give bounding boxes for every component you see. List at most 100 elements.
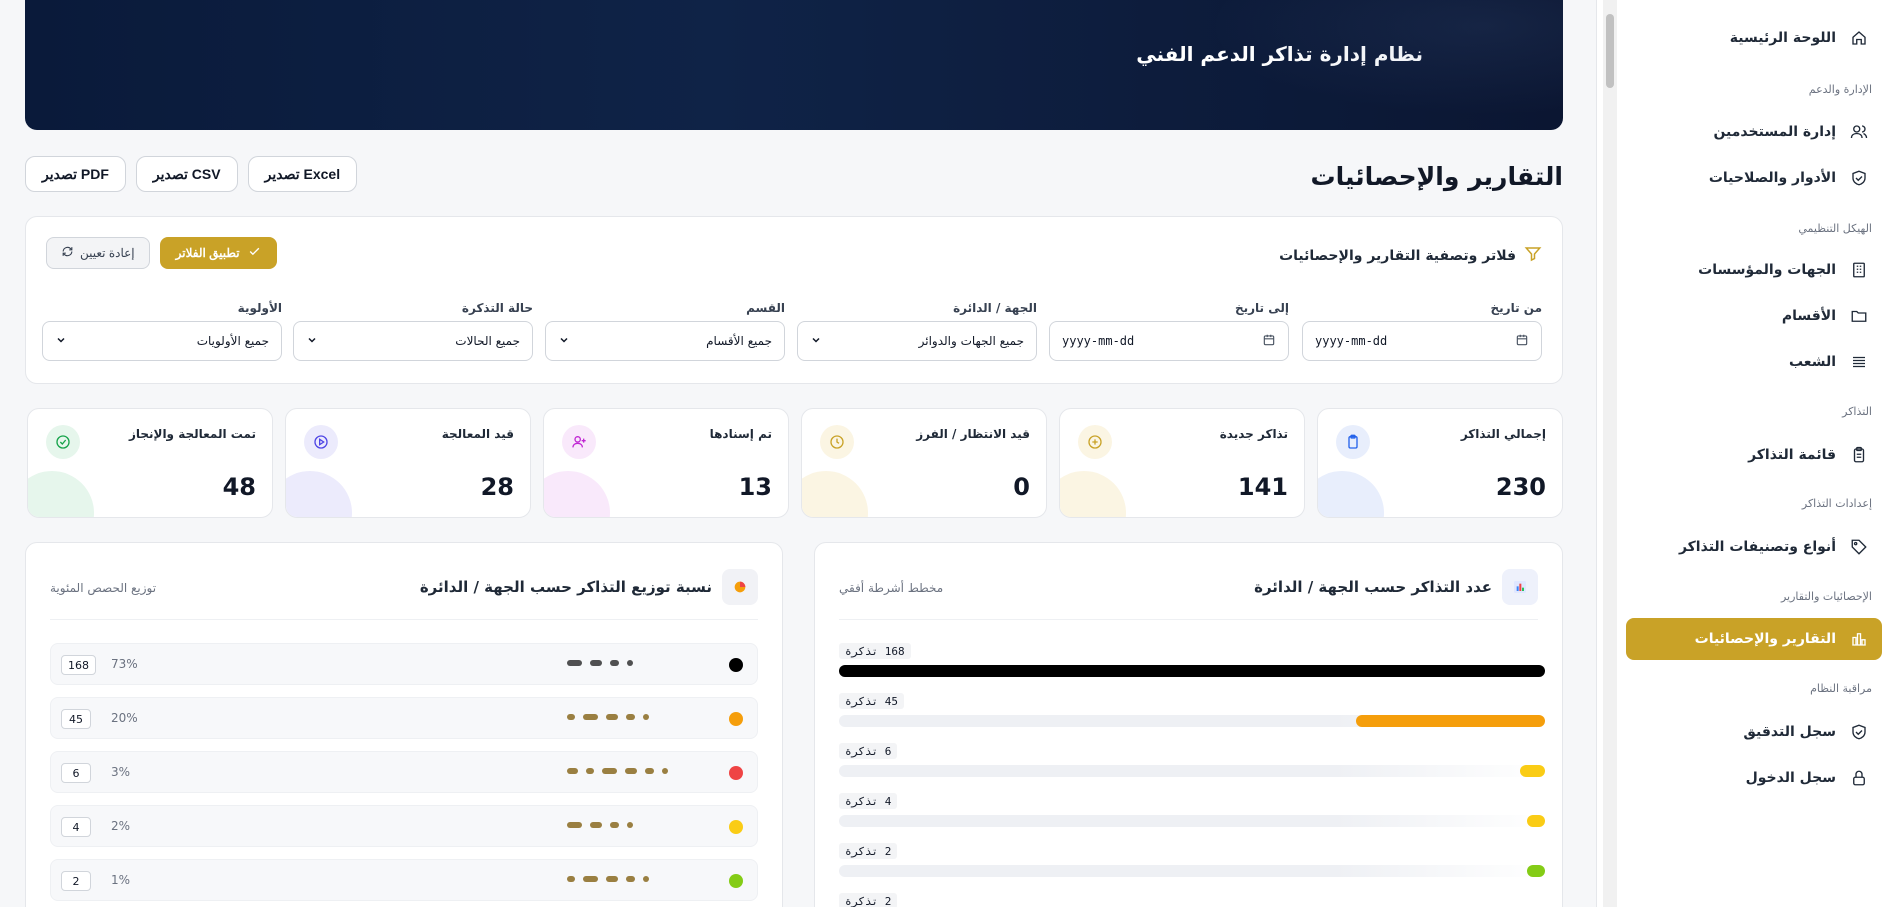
list-icon: [1850, 353, 1868, 371]
bar-data-label: 2 تذكرة: [839, 843, 898, 859]
clock-icon: [820, 425, 854, 459]
page-title: التقارير والإحصائيات: [1310, 162, 1563, 191]
sidebar-section: الإدارة والدعم: [1808, 83, 1872, 96]
kpi-value: 0: [1013, 473, 1030, 501]
legend-color-dot: [729, 820, 743, 834]
sidebar-item-departments[interactable]: الأقسام: [1626, 298, 1882, 334]
sidebar-section: التذاكر: [1842, 405, 1872, 418]
obscured-glyph: [567, 660, 582, 666]
department-select[interactable]: جميع الأقسام: [545, 321, 785, 361]
sidebar-scrollbar[interactable]: [1603, 0, 1617, 907]
bar-track: [839, 815, 1545, 827]
department-field: القسم جميع الأقسام: [545, 301, 785, 361]
sidebar-item-label: سجل التدقيق: [1743, 724, 1836, 740]
department-value: جميع الأقسام: [706, 334, 772, 348]
bar-data-label: 2 تذكرة: [839, 893, 898, 907]
kpi-pending: قيد الانتظار / الفرز 0: [801, 408, 1047, 518]
to-date-input[interactable]: yyyy-mm-dd: [1049, 321, 1289, 361]
kpi-value: 28: [480, 473, 514, 501]
bar-row: 2 تذكرة: [839, 893, 1545, 907]
to-date-placeholder: yyyy-mm-dd: [1062, 334, 1135, 348]
bar-chart-icon: [1850, 630, 1868, 648]
obscured-glyph: [567, 876, 575, 882]
pie-chart-icon: [722, 569, 758, 605]
export-pdf-button[interactable]: تصدير PDF: [25, 156, 126, 192]
status-select[interactable]: جميع الحالات: [293, 321, 533, 361]
legend-color-dot: [729, 658, 743, 672]
chevron-down-icon: [55, 334, 67, 349]
obscured-label: [567, 768, 717, 778]
decor-circle: [544, 471, 610, 517]
obscured-glyph: [627, 660, 633, 666]
count-badge: 6: [61, 763, 91, 783]
status-label: حالة التذكرة: [461, 301, 533, 315]
sidebar-item-entities[interactable]: الجهات والمؤسسات: [1626, 252, 1882, 288]
obscured-glyph: [602, 768, 617, 774]
entity-select[interactable]: جميع الجهات والدوائر: [797, 321, 1037, 361]
clipboard-icon: [1850, 446, 1868, 464]
priority-field: الأولوية جميع الأولويات: [42, 301, 282, 361]
obscured-label: [567, 714, 717, 724]
header-banner: نظام إدارة تذاكر الدعم الفني: [25, 0, 1563, 130]
pie-chart-subtitle: توزيع الحصص المئوية: [50, 581, 157, 595]
kpi-title: تذاكر جديدة: [1219, 427, 1288, 441]
obscured-glyph: [583, 714, 598, 720]
bar-row: 45 تذكرة: [839, 693, 1545, 729]
kpi-value: 48: [222, 473, 256, 501]
department-label: القسم: [746, 301, 785, 315]
sidebar-section: مراقبة النظام: [1810, 682, 1872, 695]
sidebar-item-ticket-types[interactable]: أنواع وتصنيفات التذاكر: [1626, 529, 1882, 565]
sidebar-item-label: قائمة التذاكر: [1748, 447, 1836, 463]
sidebar-item-audit-log[interactable]: سجل التدقيق: [1626, 714, 1882, 750]
filters-card: فلاتر وتصفية التقارير والإحصائيات إعادة …: [25, 216, 1563, 384]
calendar-icon: [1515, 333, 1529, 350]
obscured-glyph: [625, 768, 637, 774]
reset-filters-button[interactable]: إعادة تعيين: [46, 237, 150, 269]
bar: [1519, 765, 1545, 777]
status-value: جميع الحالات: [455, 334, 520, 348]
sidebar-item-reports[interactable]: التقارير والإحصائيات: [1626, 618, 1882, 660]
obscured-glyph: [567, 714, 575, 720]
bar-track: [839, 865, 1545, 877]
obscured-glyph: [662, 768, 668, 774]
distribution-row: 2% 4: [50, 805, 758, 847]
sidebar-item-login-log[interactable]: سجل الدخول: [1626, 760, 1882, 796]
count-badge: 168: [61, 655, 96, 675]
home-icon: [1850, 29, 1868, 47]
priority-value: جميع الأولويات: [196, 334, 269, 348]
filter-actions: إعادة تعيين تطبيق الفلاتر: [46, 237, 277, 269]
kpi-title: إجمالي التذاكر: [1460, 427, 1546, 441]
sidebar-section: الهيكل التنظيمي: [1798, 222, 1872, 235]
scrollbar-thumb[interactable]: [1606, 14, 1614, 88]
sidebar-item-roles[interactable]: الأدوار والصلاحيات: [1626, 160, 1882, 196]
export-excel-button[interactable]: تصدير Excel: [247, 156, 358, 192]
bar-chart-title: عدد التذاكر حسب الجهة / الدائرة: [1254, 578, 1492, 596]
users-icon: [1850, 123, 1868, 141]
sidebar-item-divisions[interactable]: الشعب: [1626, 344, 1882, 380]
apply-label: تطبيق الفلاتر: [175, 246, 240, 260]
obscured-glyph: [645, 768, 654, 774]
sidebar-item-ticket-list[interactable]: قائمة التذاكر: [1626, 437, 1882, 473]
obscured-glyph: [606, 714, 618, 720]
obscured-glyph: [590, 660, 602, 666]
apply-filters-button[interactable]: تطبيق الفلاتر: [159, 237, 277, 269]
sidebar-item-dashboard[interactable]: اللوحة الرئيسية: [1626, 20, 1882, 56]
export-csv-button[interactable]: تصدير CSV: [135, 156, 238, 192]
bar-chart-subtitle: مخطط أشرطة أفقي: [839, 581, 944, 595]
kpi-title: قيد المعالجة: [441, 427, 514, 441]
legend-color-dot: [729, 712, 743, 726]
kpi-value: 230: [1495, 473, 1546, 501]
tag-icon: [1850, 538, 1868, 556]
to-date-field: إلى تاريخ yyyy-mm-dd: [1049, 301, 1289, 361]
sidebar-item-users[interactable]: إدارة المستخدمين: [1626, 114, 1882, 150]
sidebar-item-label: الشعب: [1788, 354, 1836, 370]
priority-select[interactable]: جميع الأولويات: [42, 321, 282, 361]
priority-label: الأولوية: [237, 301, 282, 315]
entity-value: جميع الجهات والدوائر: [918, 334, 1024, 348]
bar: [1527, 815, 1545, 827]
distribution-row: 1% 2: [50, 859, 758, 901]
kpi-in-progress: قيد المعالجة 28: [285, 408, 531, 518]
kpi-assigned: تم إسنادها 13: [543, 408, 789, 518]
bar-data-label: 168 تذكرة: [839, 643, 911, 659]
from-date-input[interactable]: yyyy-mm-dd: [1302, 321, 1542, 361]
